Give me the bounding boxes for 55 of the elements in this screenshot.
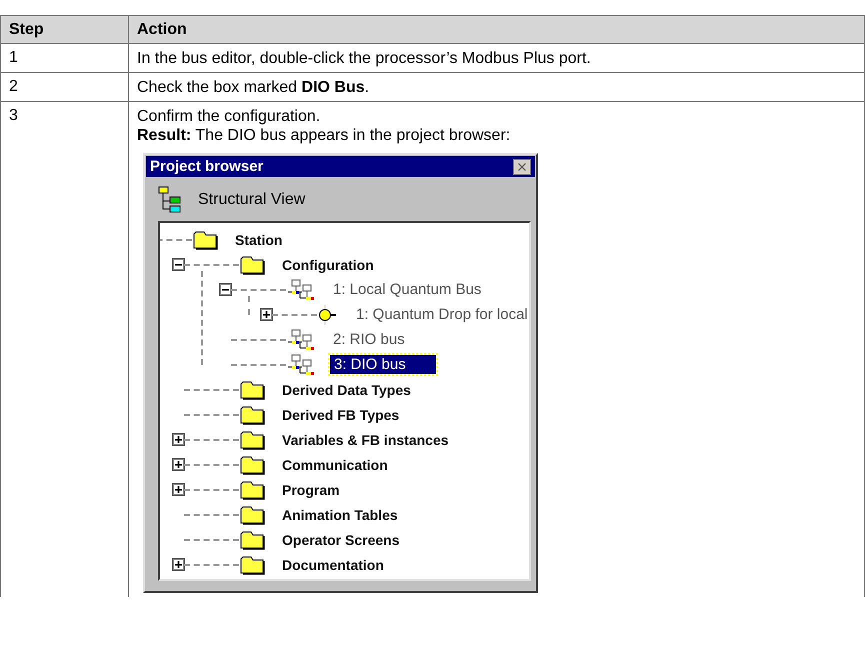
tree-item[interactable]: Animation Tables (279, 506, 401, 524)
tree-item[interactable]: 1: Quantum Drop for local (353, 305, 529, 324)
expand-toggle[interactable] (261, 309, 272, 320)
plus-icon (175, 436, 182, 443)
tree-item[interactable]: Variables & FB instances (279, 430, 452, 448)
folder-icon (192, 230, 218, 250)
tree-item[interactable]: Configuration (279, 256, 377, 274)
tree-item[interactable]: Documentation (279, 556, 387, 574)
tree-item[interactable]: Station (232, 230, 286, 248)
step-number: 1 (9, 49, 18, 66)
network-bus-icon (286, 278, 316, 300)
folder-icon (239, 380, 265, 400)
column-header: Step (0, 16, 128, 44)
step-number: 3 (9, 107, 18, 124)
folder-icon (239, 480, 265, 500)
plus-icon (175, 461, 182, 468)
folder-icon (239, 430, 265, 450)
tree-item[interactable]: 3: DIO bus (330, 355, 436, 374)
plus-icon (263, 311, 270, 318)
folder-icon (239, 530, 265, 550)
action-text: Result: The DIO bus appears in the project browser: (137, 126, 512, 145)
expand-toggle[interactable] (173, 459, 184, 470)
step-number: 2 (9, 78, 18, 95)
expand-toggle[interactable] (173, 559, 184, 570)
expand-toggle[interactable] (173, 434, 184, 445)
tree-item[interactable]: Program (279, 480, 343, 498)
network-bus-icon (286, 328, 316, 350)
folder-icon (239, 254, 265, 274)
action-text: In the bus editor, double-click the processor’s Modbus Plus port. (137, 49, 592, 68)
tree-item[interactable]: 2: RIO bus (330, 330, 408, 349)
minus-icon (175, 261, 182, 268)
view-title: Structural View (198, 191, 306, 209)
tree-item[interactable]: 1: Local Quantum Bus (330, 280, 484, 299)
tree-item[interactable]: Communication (279, 456, 391, 474)
minus-icon (222, 286, 229, 293)
column-header: Action (128, 16, 864, 44)
tree-item[interactable]: Derived Data Types (279, 380, 414, 398)
folder-icon (239, 454, 265, 474)
plus-icon (175, 561, 182, 568)
action-text: Check the box marked DIO Bus. (137, 78, 370, 97)
node-circle-icon (317, 304, 339, 326)
folder-icon (239, 554, 265, 574)
tree-item[interactable]: Operator Screens (279, 530, 402, 548)
collapse-toggle[interactable] (173, 259, 184, 270)
action-text: Confirm the configuration. (137, 107, 322, 126)
expand-toggle[interactable] (173, 484, 184, 495)
close-button[interactable] (513, 158, 531, 174)
collapse-toggle[interactable] (220, 284, 231, 295)
window-title: Project browser (150, 158, 264, 175)
close-icon (518, 162, 526, 170)
tree-item[interactable]: Derived FB Types (279, 406, 402, 424)
folder-icon (239, 404, 265, 424)
network-bus-icon (286, 354, 316, 376)
plus-icon (175, 486, 182, 493)
folder-icon (239, 504, 265, 524)
